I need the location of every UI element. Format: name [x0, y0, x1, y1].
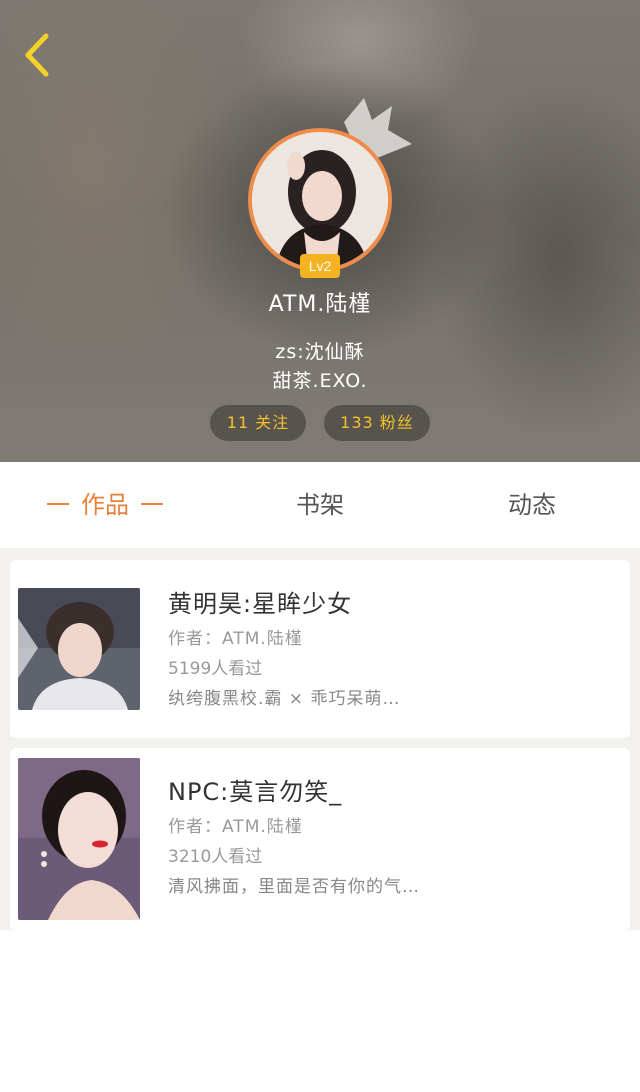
user-bio-line-2: 甜茶.EXO. [272, 370, 368, 392]
work-title: 黄明昊:星眸少女 [168, 590, 353, 618]
work-author: 作者：ATM.陆槿 [168, 817, 303, 837]
active-tab-indicator-left [47, 503, 69, 505]
active-tab-indicator-right [141, 503, 163, 505]
avatar-photo [252, 132, 388, 268]
tab-activity-label: 动态 [508, 491, 556, 519]
back-arrow-icon [25, 33, 49, 77]
empty-area [0, 930, 640, 1092]
tab-works[interactable]: 作品 [30, 462, 180, 548]
tab-activity[interactable]: 动态 [472, 462, 592, 548]
work-cover-image [18, 758, 140, 920]
work-views: 5199人看过 [168, 659, 263, 679]
user-name: ATM.陆槿 [268, 292, 372, 317]
list-item[interactable]: NPC:莫言勿笑_ 作者：ATM.陆槿 3210人看过 清风拂面，里面是否有你的… [10, 748, 630, 930]
work-cover-image [18, 588, 140, 710]
work-author: 作者：ATM.陆槿 [168, 629, 303, 649]
work-description: 纨绔腹黑校.霸 × 乖巧呆萌… [168, 689, 401, 709]
avatar-container[interactable]: Lv2 [248, 128, 392, 278]
level-badge: Lv2 [300, 254, 340, 278]
tab-bookshelf[interactable]: 书架 [260, 462, 380, 548]
user-bio-line-1: zs:沈仙酥 [275, 341, 365, 363]
work-views: 3210人看过 [168, 847, 263, 867]
profile-header: Lv2 ATM.陆槿 zs:沈仙酥 甜茶.EXO. 11 关注 133 粉丝 [0, 0, 640, 462]
work-title: NPC:莫言勿笑_ [168, 778, 343, 806]
fans-count-button[interactable]: 133 粉丝 [324, 405, 430, 441]
profile-tabs: 作品 书架 动态 [0, 462, 640, 548]
work-description: 清风拂面，里面是否有你的气… [168, 877, 420, 897]
tab-works-label: 作品 [81, 491, 129, 519]
works-list: 黄明昊:星眸少女 作者：ATM.陆槿 5199人看过 纨绔腹黑校.霸 × 乖巧呆… [0, 548, 640, 930]
list-item[interactable]: 黄明昊:星眸少女 作者：ATM.陆槿 5199人看过 纨绔腹黑校.霸 × 乖巧呆… [10, 560, 630, 738]
tab-bookshelf-label: 书架 [296, 491, 344, 519]
avatar[interactable] [248, 128, 392, 272]
following-count-button[interactable]: 11 关注 [210, 405, 306, 441]
back-button[interactable] [14, 28, 60, 82]
